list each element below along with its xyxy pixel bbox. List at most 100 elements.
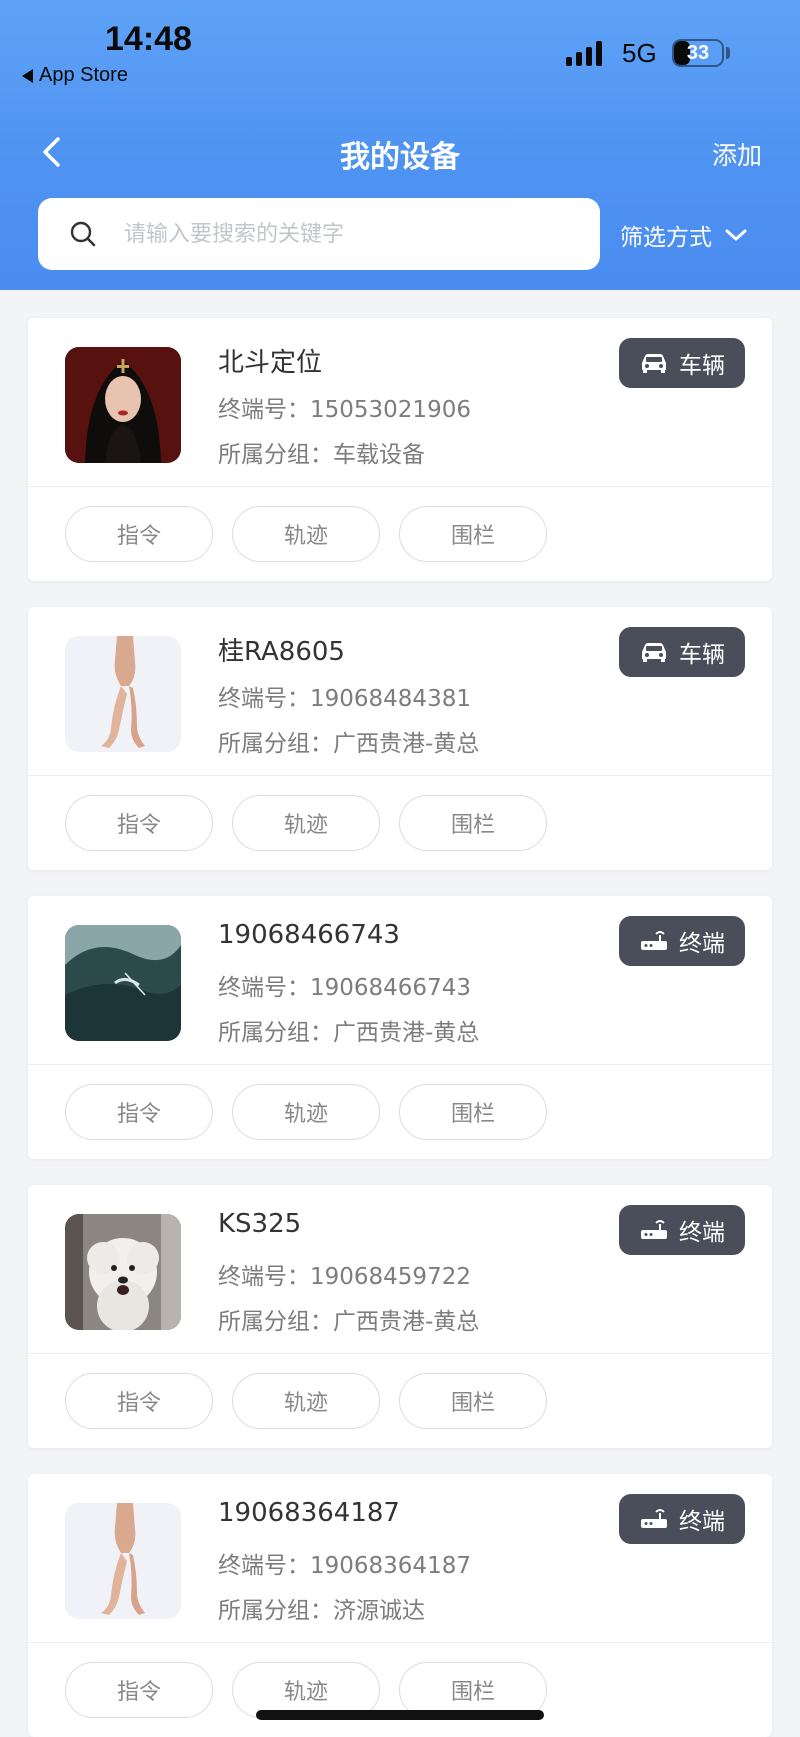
track-button[interactable]: 轨迹	[232, 1373, 380, 1429]
car-icon	[642, 643, 666, 662]
battery-level: 33	[686, 42, 710, 64]
search-bar[interactable]	[38, 198, 600, 270]
terminal-number: 终端号：19068466743	[218, 968, 471, 1002]
car-icon	[642, 354, 666, 373]
device-thumbnail[interactable]	[65, 347, 181, 463]
device-type-label: 终端	[679, 1509, 725, 1535]
group-label: 所属分组：	[218, 1309, 333, 1335]
device-thumbnail[interactable]	[65, 925, 181, 1041]
device-name: 桂RA8605	[218, 637, 345, 667]
battery-nub	[726, 47, 730, 59]
track-button[interactable]: 轨迹	[232, 795, 380, 851]
search-icon	[70, 221, 96, 247]
command-button[interactable]: 指令	[65, 1373, 213, 1429]
device-actions: 指令 轨迹 围栏	[65, 1373, 547, 1429]
back-to-app-link[interactable]: App Store	[22, 64, 128, 87]
divider	[28, 775, 772, 776]
device-photo	[65, 1214, 181, 1330]
back-triangle-icon	[22, 68, 33, 83]
geofence-button[interactable]: 围栏	[399, 795, 547, 851]
device-actions: 指令 轨迹 围栏	[65, 795, 547, 851]
terminal-number: 终端号：19068364187	[218, 1546, 471, 1580]
terminal-value: 19068364187	[310, 1553, 471, 1579]
device-card[interactable]: 19068466743 终端号：19068466743 所属分组：广西贵港-黄总 终端…	[28, 896, 772, 1159]
device-name: 19068364187	[218, 1498, 400, 1528]
terminal-value: 19068484381	[310, 686, 471, 712]
device-group: 所属分组：济源诚达	[218, 1591, 425, 1625]
divider	[28, 1064, 772, 1065]
device-thumbnail[interactable]	[65, 1214, 181, 1330]
device-name: 19068466743	[218, 920, 400, 950]
device-type-badge: 车辆	[619, 338, 745, 388]
back-app-label: App Store	[39, 64, 128, 86]
geofence-button[interactable]: 围栏	[399, 1373, 547, 1429]
filter-dropdown[interactable]: 筛选方式	[620, 218, 748, 252]
device-card[interactable]: 桂RA8605 终端号：19068484381 所属分组：广西贵港-黄总 车辆指令 轨迹…	[28, 607, 772, 870]
terminal-number: 终端号：15053021906	[218, 390, 471, 424]
device-thumbnail[interactable]	[65, 1503, 181, 1619]
device-thumbnail[interactable]	[65, 636, 181, 752]
terminal-value: 19068459722	[310, 1264, 471, 1290]
network-type: 5G	[622, 38, 657, 68]
device-group: 所属分组：广西贵港-黄总	[218, 1302, 479, 1336]
geofence-button[interactable]: 围栏	[399, 506, 547, 562]
group-label: 所属分组：	[218, 1598, 333, 1624]
terminal-label: 终端号：	[218, 686, 310, 712]
device-name: KS325	[218, 1209, 302, 1239]
group-label: 所属分组：	[218, 731, 333, 757]
router-icon	[641, 1509, 667, 1528]
command-button[interactable]: 指令	[65, 795, 213, 851]
command-button[interactable]: 指令	[65, 1084, 213, 1140]
status-time: 14:48	[105, 20, 192, 58]
track-button[interactable]: 轨迹	[232, 1084, 380, 1140]
device-actions: 指令 轨迹 围栏	[65, 1084, 547, 1140]
terminal-label: 终端号：	[218, 1264, 310, 1290]
device-photo	[65, 636, 181, 752]
device-group: 所属分组：车载设备	[218, 435, 425, 469]
terminal-number: 终端号：19068484381	[218, 679, 471, 713]
device-type-label: 车辆	[679, 642, 725, 668]
router-icon	[641, 1220, 667, 1239]
command-button[interactable]: 指令	[65, 1662, 213, 1718]
terminal-label: 终端号：	[218, 975, 310, 1001]
terminal-label: 终端号：	[218, 1553, 310, 1579]
chevron-left-icon	[43, 137, 60, 167]
device-type-label: 终端	[679, 1220, 725, 1246]
terminal-value: 15053021906	[310, 397, 471, 423]
device-card[interactable]: 北斗定位 终端号：15053021906 所属分组：车载设备 车辆 指令 轨迹 围栏	[28, 318, 772, 581]
terminal-label: 终端号：	[218, 397, 310, 423]
header: 14:48 App Store 5G 33 我的设备 添加 筛选方式	[0, 0, 800, 290]
device-type-badge: 终端	[619, 1494, 745, 1544]
device-group: 所属分组：广西贵港-黄总	[218, 724, 479, 758]
group-value: 广西贵港-黄总	[333, 731, 480, 757]
page-title: 我的设备	[340, 140, 460, 175]
terminal-number: 终端号：19068459722	[218, 1257, 471, 1291]
battery-icon: 33	[672, 39, 724, 67]
device-card[interactable]: 19068364187 终端号：19068364187 所属分组：济源诚达 终端 指令轨…	[28, 1474, 772, 1737]
signal-icon	[566, 40, 602, 66]
divider	[28, 486, 772, 487]
back-button[interactable]	[38, 134, 66, 170]
device-type-badge: 终端	[619, 1205, 745, 1255]
search-input[interactable]	[124, 221, 544, 247]
track-button[interactable]: 轨迹	[232, 506, 380, 562]
device-type-label: 终端	[679, 931, 725, 957]
geofence-button[interactable]: 围栏	[399, 1084, 547, 1140]
device-photo	[65, 1503, 181, 1619]
device-photo	[65, 347, 181, 463]
group-value: 济源诚达	[333, 1598, 425, 1624]
device-type-badge: 车辆	[619, 627, 745, 677]
device-group: 所属分组：广西贵港-黄总	[218, 1013, 479, 1047]
device-type-label: 车辆	[679, 353, 725, 379]
router-icon	[641, 931, 667, 950]
group-value: 广西贵港-黄总	[333, 1309, 480, 1335]
home-indicator	[256, 1710, 544, 1720]
add-button[interactable]: 添加	[712, 136, 762, 172]
device-photo	[65, 925, 181, 1041]
group-label: 所属分组：	[218, 442, 333, 468]
command-button[interactable]: 指令	[65, 506, 213, 562]
group-value: 广西贵港-黄总	[333, 1020, 480, 1046]
divider	[28, 1353, 772, 1354]
device-actions: 指令 轨迹 围栏	[65, 506, 547, 562]
device-card[interactable]: KS325 终端号：19068459722 所属分组：广西贵港-黄总 终端指令 轨迹 围栏	[28, 1185, 772, 1448]
